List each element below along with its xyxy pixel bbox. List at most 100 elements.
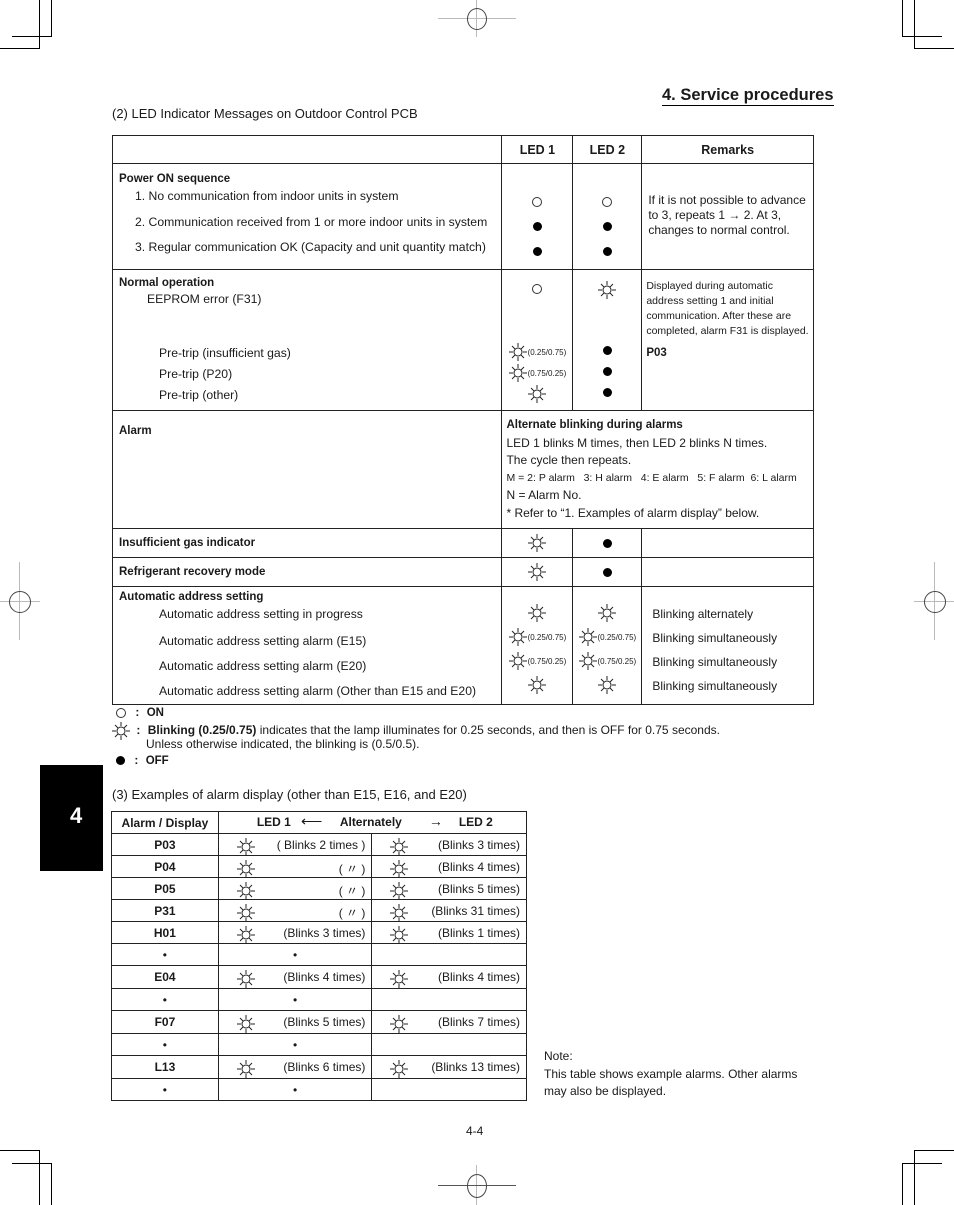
led1-blinks: ( Blinks 2 times )	[276, 838, 366, 852]
led1-blinks: ( 〃 )	[338, 884, 366, 898]
led2-blinks: (Blinks 4 times)	[437, 970, 520, 984]
legend-on: : ON	[116, 705, 164, 719]
row-heading: Normal operation	[119, 277, 215, 289]
led-blink-icon	[598, 676, 617, 694]
section-header: 4. Service procedures	[662, 86, 834, 106]
alarm-remarks-line: * Refer to “1. Examples of alarm display…	[506, 505, 760, 520]
led-blink-icon	[390, 970, 409, 988]
table-row: • •	[111, 943, 527, 966]
led-blink-icon	[508, 628, 527, 646]
led-blink-icon	[390, 860, 409, 878]
led-blink-icon	[390, 882, 409, 900]
led1-blinks: (Blinks 3 times)	[283, 926, 366, 940]
led2-cell: (Blinks 5 times)	[371, 877, 527, 900]
led2-cell: (Blinks 31 times)	[371, 899, 527, 922]
led-on-icon	[116, 707, 126, 718]
chapter-tab: 4	[40, 765, 103, 871]
led1-cell: •	[217, 1078, 373, 1101]
legend-blink-text2: Unless otherwise indicated, the blinking…	[146, 737, 420, 751]
led-on-icon	[602, 196, 613, 207]
led-blink-icon	[236, 860, 255, 878]
row-heading: Automatic address setting	[119, 591, 264, 603]
header-led2: LED 2	[572, 135, 643, 164]
led-blink-icon	[598, 281, 617, 299]
remarks-cell: Blinking simultaneously	[652, 655, 778, 669]
led-blink-icon	[236, 926, 255, 944]
led-blink-icon	[390, 926, 409, 944]
led-blink-icon	[390, 1060, 409, 1078]
alarm-examples-table: Alarm / Display LED 1 ⟵ Alternately → LE…	[111, 811, 528, 1101]
table-row: L13 (Blinks 6 times) (Blinks 13 times)	[111, 1055, 527, 1079]
note: Note: This table shows example alarms. O…	[544, 1048, 814, 1101]
led-indicator-table: LED 1 LED 2 Remarks Power ON sequence 1.…	[111, 135, 814, 705]
legend-blink-text: indicates that the lamp illuminates for …	[256, 723, 720, 738]
alarm-code: P05	[111, 877, 219, 900]
led-blink-icon	[508, 364, 527, 382]
led-blink-icon	[528, 604, 547, 622]
row-label: 2. Communication received from 1 or more…	[135, 215, 488, 229]
led2-cell: (Blinks 4 times)	[371, 855, 527, 878]
row-label: Pre-trip (other)	[159, 388, 239, 402]
table-row: F07 (Blinks 5 times) (Blinks 7 times)	[111, 1010, 527, 1034]
table-row: P03 ( Blinks 2 times ) (Blinks 3 times)	[111, 833, 527, 856]
table-row: • •	[111, 1078, 527, 1101]
note-title: Note:	[544, 1049, 573, 1063]
alarm-remarks-line: M = 2: P alarm 3: H alarm 4: E alarm 5: …	[506, 471, 797, 484]
header-remarks: Remarks	[641, 135, 814, 164]
alarm-code: P03	[111, 833, 219, 856]
legend-colon: :	[136, 723, 141, 738]
led-blink-icon	[390, 1015, 409, 1033]
led1-cell: (Blinks 6 times)	[217, 1055, 373, 1079]
table-row: P04 ( 〃 ) (Blinks 4 times)	[111, 855, 527, 878]
alarm-code: •	[111, 1078, 219, 1101]
blink-timing: (0.25/0.75)	[527, 632, 567, 642]
led-on-icon	[532, 283, 543, 294]
table-header-row: Alarm / Display LED 1 ⟵ Alternately → LE…	[111, 811, 528, 834]
remarks-cell: If it is not possible to advance to 3, r…	[641, 163, 814, 270]
row-label: Automatic address setting alarm (E15)	[159, 634, 367, 648]
led-blink-icon	[236, 882, 255, 900]
row-heading: Refrigerant recovery mode	[111, 557, 503, 587]
legend-colon: :	[134, 753, 139, 767]
legend-off: : OFF	[116, 753, 169, 767]
led1-cell: ( Blinks 2 times )	[217, 833, 373, 856]
alarm-remarks-line: LED 1 blinks M times, then LED 2 blinks …	[506, 435, 768, 450]
row-label: Automatic address setting alarm (E20)	[159, 659, 367, 673]
row-heading: Insufficient gas indicator	[111, 528, 503, 558]
led-off-icon	[116, 756, 125, 766]
led2-cell: (Blinks 4 times)	[371, 965, 527, 989]
led2-blinks: (Blinks 31 times)	[431, 904, 520, 918]
remarks-cell: Blinking simultaneously	[652, 631, 778, 645]
led2-blinks: (Blinks 1 times)	[437, 926, 520, 940]
legend-off-label: OFF	[145, 755, 169, 767]
led2-blinks: (Blinks 7 times)	[437, 1015, 520, 1029]
alarm-examples-title: (3) Examples of alarm display (other tha…	[112, 787, 467, 802]
led-blink-icon	[236, 970, 255, 988]
led1-blinks: (Blinks 5 times)	[283, 1015, 366, 1029]
table-row: E04 (Blinks 4 times) (Blinks 4 times)	[111, 965, 527, 989]
led1-blinks: (Blinks 6 times)	[283, 1060, 366, 1074]
led2-blinks: (Blinks 3 times)	[437, 838, 520, 852]
led-blink-icon	[528, 676, 547, 694]
legend-on-label: ON	[146, 707, 164, 719]
legend-colon: :	[135, 705, 140, 719]
table-row: Alarm Alternate blinking during alarms L…	[111, 410, 814, 529]
alarm-code: •	[111, 1033, 219, 1056]
led-blink-icon	[508, 652, 527, 670]
led-off-icon	[602, 539, 612, 549]
led1-blinks: ( 〃 )	[338, 906, 366, 920]
led-blink-icon	[390, 904, 409, 922]
row-label: Pre-trip (insufficient gas)	[159, 346, 291, 360]
remarks-cell: Blinking simultaneously	[652, 679, 778, 693]
alarm-code: •	[111, 943, 219, 966]
led-off-icon	[602, 346, 612, 356]
led-blink-icon	[236, 838, 255, 856]
blink-timing: (0.75/0.25)	[597, 656, 637, 666]
note-text: This table shows example alarms. Other a…	[544, 1066, 798, 1099]
alarm-code: L13	[111, 1055, 219, 1079]
header-led1: LED 1	[501, 135, 574, 164]
led-blink-icon	[528, 534, 547, 552]
blink-timing: (0.25/0.75)	[527, 347, 567, 357]
led-blink-icon	[578, 652, 597, 670]
led-blink-icon	[236, 904, 255, 922]
